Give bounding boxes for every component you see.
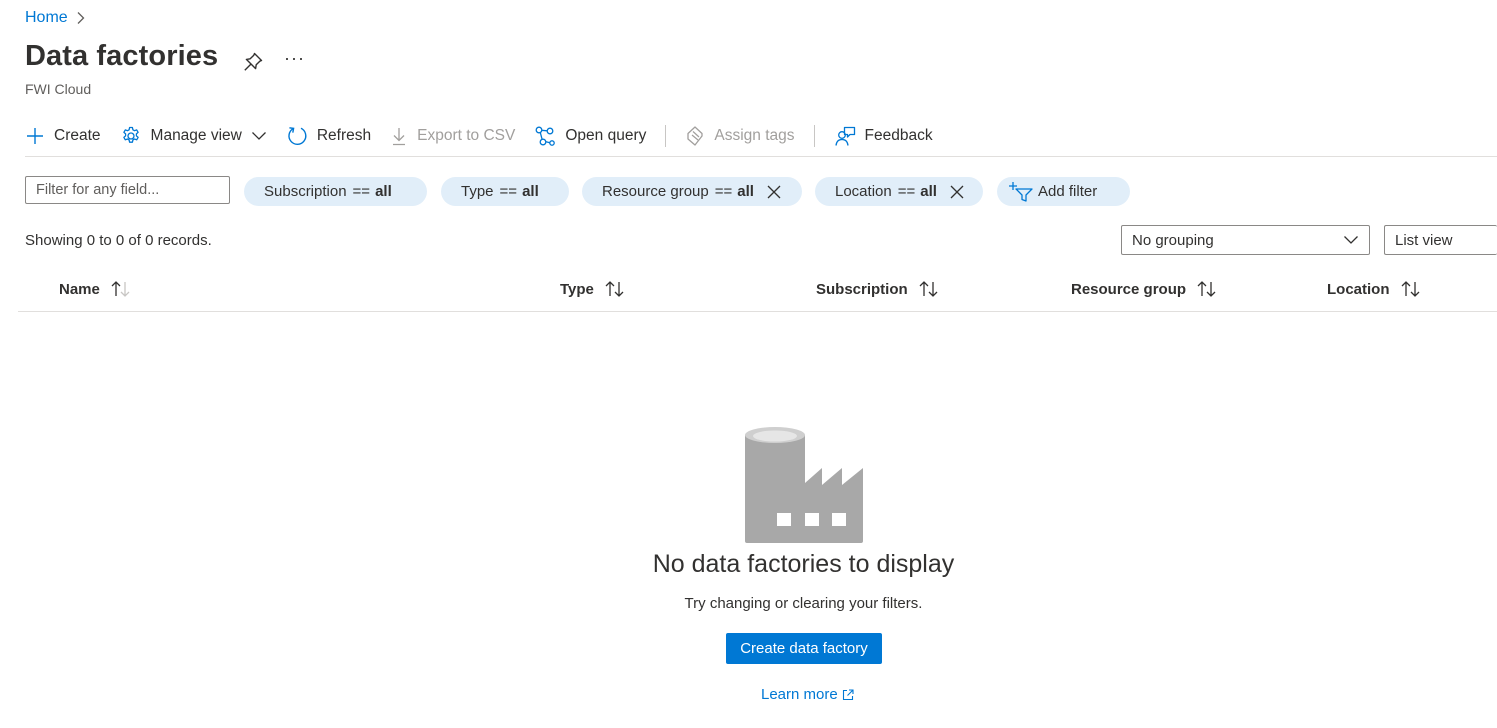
tag-icon	[685, 125, 705, 147]
filter-operator: ==	[352, 183, 371, 200]
grouping-dropdown[interactable]: No grouping	[1121, 225, 1370, 255]
grouping-selected: No grouping	[1132, 231, 1214, 249]
external-link-icon	[842, 688, 854, 701]
filter-value: all	[920, 183, 937, 200]
refresh-icon	[286, 125, 308, 147]
filter-value: all	[737, 183, 754, 200]
filter-operator: ==	[897, 183, 916, 200]
empty-state-subtitle: Try changing or clearing your filters.	[684, 595, 923, 612]
sort-icon	[604, 280, 626, 298]
column-label: Type	[560, 280, 594, 298]
view-selected: List view	[1395, 231, 1453, 249]
learn-more-label: Learn more	[761, 686, 838, 703]
filter-value: all	[375, 183, 392, 200]
breadcrumb-home-link[interactable]: Home	[25, 9, 68, 27]
chevron-down-icon	[251, 131, 267, 141]
empty-state-title: No data factories to display	[652, 550, 955, 578]
column-label: Resource group	[1071, 280, 1187, 298]
close-icon[interactable]	[949, 184, 965, 200]
breadcrumb: Home	[25, 9, 86, 27]
filter-operator: ==	[714, 183, 733, 200]
sort-icon	[918, 280, 940, 298]
plus-icon	[25, 126, 45, 146]
filter-label: Subscription	[264, 183, 347, 200]
filter-operator: ==	[499, 183, 518, 200]
add-filter-button[interactable]: Add filter	[997, 177, 1130, 206]
learn-more-link[interactable]: Learn more	[761, 686, 854, 703]
column-label: Subscription	[816, 280, 908, 298]
chevron-right-icon	[76, 11, 86, 25]
view-dropdown[interactable]: List view	[1384, 225, 1497, 255]
column-header-name[interactable]: Name	[59, 280, 132, 298]
toolbar-divider	[813, 125, 815, 147]
type-filter-pill[interactable]: Type == all	[441, 177, 569, 206]
filter-value: all	[522, 183, 539, 200]
command-toolbar: Create Manage view Refresh Export to CSV…	[25, 120, 952, 152]
export-csv-button[interactable]: Export to CSV	[390, 126, 515, 146]
column-label: Location	[1327, 280, 1390, 298]
page-title: Data factories	[25, 40, 219, 72]
column-header-resource-group[interactable]: Resource group	[1071, 280, 1218, 298]
close-icon[interactable]	[766, 184, 782, 200]
open-query-label: Open query	[565, 127, 647, 144]
manage-view-button[interactable]: Manage view	[120, 125, 267, 147]
export-csv-label: Export to CSV	[417, 127, 516, 144]
gear-icon	[120, 125, 142, 147]
filter-label: Resource group	[602, 183, 709, 200]
assign-tags-label: Assign tags	[714, 127, 795, 144]
resource-group-filter-pill[interactable]: Resource group == all	[582, 177, 802, 206]
sort-ascending-icon	[110, 280, 132, 298]
manage-view-label: Manage view	[150, 127, 242, 144]
create-button[interactable]: Create	[25, 126, 101, 146]
feedback-button[interactable]: Feedback	[834, 125, 933, 147]
assign-tags-button[interactable]: Assign tags	[685, 125, 795, 147]
column-label: Name	[59, 280, 100, 298]
pin-icon[interactable]	[242, 51, 264, 73]
location-filter-pill[interactable]: Location == all	[815, 177, 983, 206]
column-header-type[interactable]: Type	[560, 280, 626, 298]
more-options-icon[interactable]: ···	[284, 48, 305, 69]
filter-input[interactable]	[25, 176, 230, 204]
create-label: Create	[54, 127, 101, 144]
open-query-button[interactable]: Open query	[534, 125, 646, 147]
table-header-divider	[18, 311, 1497, 312]
records-count: Showing 0 to 0 of 0 records.	[25, 232, 212, 249]
refresh-button[interactable]: Refresh	[286, 125, 371, 147]
column-header-subscription[interactable]: Subscription	[816, 280, 940, 298]
subscription-filter-pill[interactable]: Subscription == all	[244, 177, 427, 206]
sort-icon	[1196, 280, 1218, 298]
chevron-down-icon	[1343, 235, 1359, 245]
add-filter-icon	[1009, 181, 1033, 203]
filter-label: Location	[835, 183, 892, 200]
page-subtitle: FWI Cloud	[25, 81, 92, 97]
feedback-icon	[834, 125, 856, 147]
query-icon	[534, 125, 556, 147]
column-header-location[interactable]: Location	[1327, 280, 1422, 298]
toolbar-divider-line	[25, 156, 1497, 157]
toolbar-divider	[665, 125, 667, 147]
sort-icon	[1400, 280, 1422, 298]
add-filter-label: Add filter	[1038, 183, 1098, 200]
create-data-factory-button[interactable]: Create data factory	[726, 633, 882, 664]
filter-label: Type	[461, 183, 494, 200]
data-factory-icon	[744, 425, 866, 545]
refresh-label: Refresh	[316, 127, 372, 144]
feedback-label: Feedback	[864, 127, 933, 144]
download-icon	[390, 126, 408, 146]
